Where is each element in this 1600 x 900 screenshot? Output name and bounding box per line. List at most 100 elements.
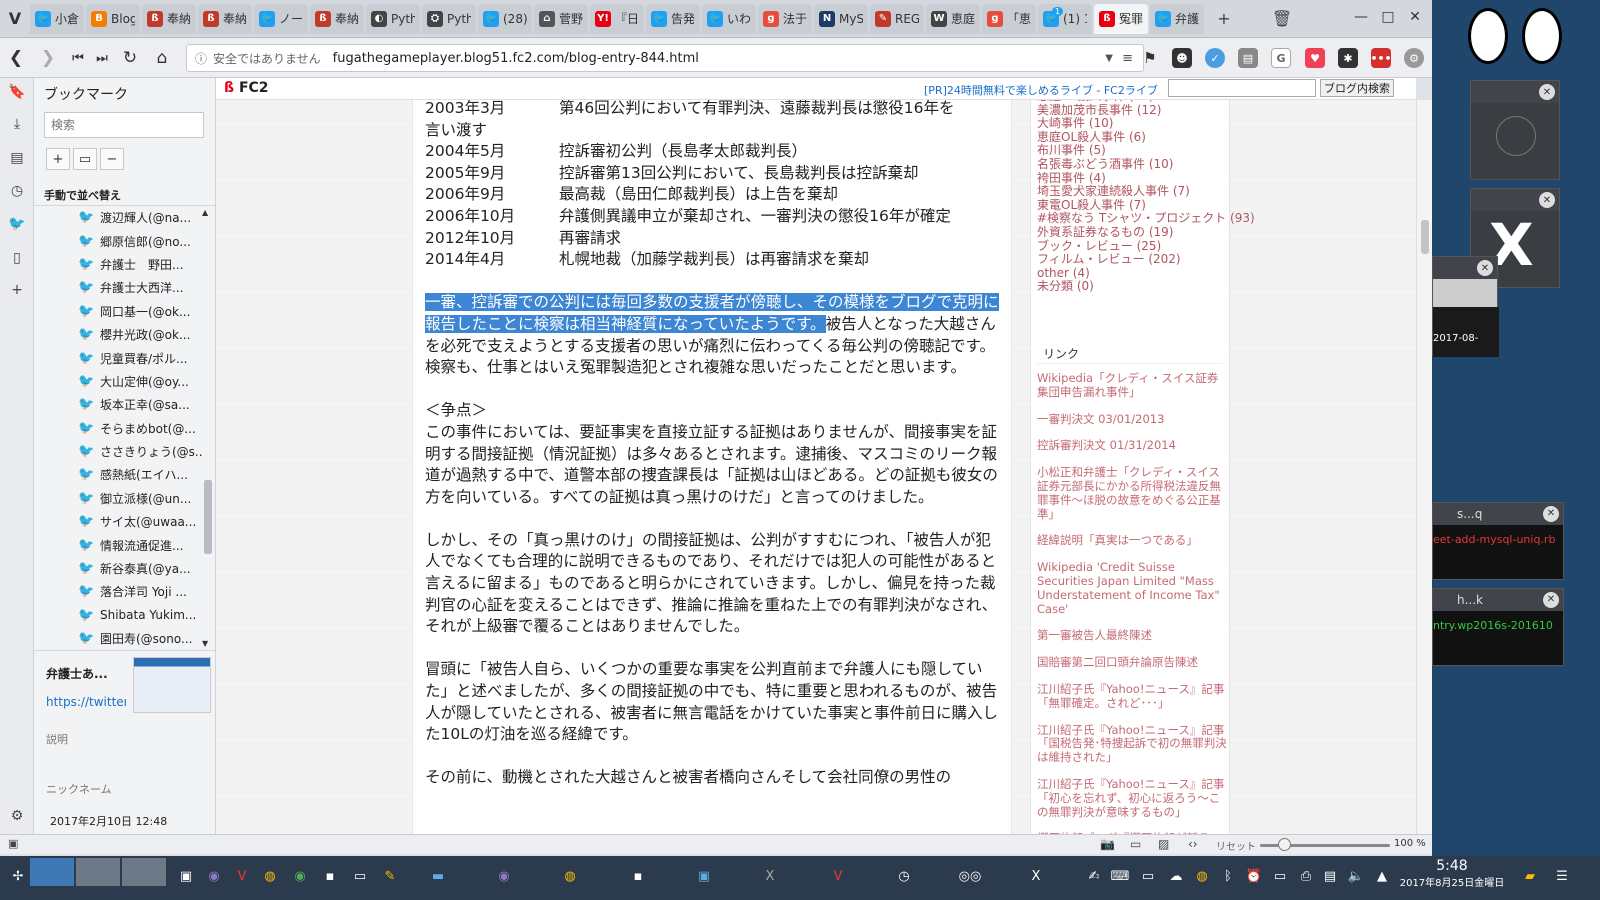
bookmark-scrollbar[interactable]: ▲ ▼ bbox=[202, 208, 212, 648]
category-link[interactable]: 外資系証券なるもの (19) bbox=[1037, 225, 1229, 240]
bookmark-item[interactable]: 🐦 新谷泰真(@ya... bbox=[34, 557, 202, 580]
browser-tab[interactable]: ✎ REG bbox=[870, 3, 924, 34]
category-link[interactable]: other (4) bbox=[1037, 266, 1229, 281]
tiling-icon[interactable]: ▭ bbox=[1130, 837, 1141, 851]
home-button[interactable]: ⌂ bbox=[150, 46, 174, 70]
sort-order-label[interactable]: 手動で並べ替え bbox=[34, 186, 216, 206]
bookmark-item[interactable]: 🐦 岡口基一(@ok... bbox=[34, 300, 202, 323]
rewind-button[interactable]: ⏮ bbox=[66, 46, 90, 70]
tray-display-icon[interactable]: ▭ bbox=[1134, 862, 1162, 890]
history-panel-icon[interactable]: ◷ bbox=[7, 181, 27, 201]
browser-tab[interactable]: ◐ Pyth bbox=[366, 3, 420, 34]
close-icon[interactable]: ✕ bbox=[1543, 592, 1559, 608]
sidebar-link[interactable]: 第一審被告人最終陳述 bbox=[1037, 629, 1227, 643]
category-link[interactable]: 埼玉愛犬家連続殺人事件 (7) bbox=[1037, 185, 1229, 199]
browser-tab[interactable]: 🐦 弁護 bbox=[1150, 3, 1204, 34]
twitter-panel-icon[interactable]: 🐦 bbox=[7, 214, 27, 234]
extension-mask-icon[interactable]: ☻ bbox=[1172, 48, 1192, 68]
workspace-3[interactable] bbox=[122, 858, 166, 886]
vivaldi-app-icon[interactable]: V bbox=[228, 862, 256, 890]
browser-tab[interactable]: g 「恵 bbox=[982, 3, 1036, 34]
back-button[interactable]: ❮ bbox=[4, 46, 28, 70]
new-folder-button[interactable]: ▭ bbox=[73, 148, 97, 170]
bookmarks-panel-icon[interactable]: 🔖 bbox=[7, 82, 27, 102]
pocket-icon[interactable]: ♥ bbox=[1305, 48, 1325, 68]
trash-icon[interactable]: 🗑 bbox=[1270, 7, 1294, 31]
sidebar-link[interactable]: Wikipedia 'Credit Suisse Securities Japa… bbox=[1037, 560, 1227, 616]
extension-g-icon[interactable]: G bbox=[1271, 48, 1291, 68]
app-window-icon[interactable]: ▭ bbox=[346, 862, 374, 890]
sidebar-link[interactable]: 江川紹子氏『Yahoo!ニュース』記事「初心を忘れず、初心に返ろう～この無罪判決… bbox=[1037, 777, 1227, 819]
app-pen-icon[interactable]: ✎ bbox=[376, 862, 404, 890]
scroll-down-icon[interactable]: ▼ bbox=[202, 639, 208, 648]
category-link[interactable]: 未分類 (0) bbox=[1037, 280, 1229, 294]
bookmark-item[interactable]: 🐦 サイ太(@uwaa... bbox=[34, 510, 202, 533]
browser-tab[interactable]: ß 奉納 bbox=[198, 3, 252, 34]
tray-chrome-icon[interactable]: ◍ bbox=[1188, 862, 1216, 890]
bookmark-scroll-thumb[interactable] bbox=[204, 480, 212, 554]
sidebar-link[interactable]: 小松正和弁護士「クレディ・スイス証券元部長にかかる所得税法違反無罪事件～ほ脱の故… bbox=[1037, 465, 1227, 521]
sidebar-link[interactable]: 江川紹子氏『Yahoo!ニュース』記事「無罪確定。されど･･･」 bbox=[1037, 682, 1227, 711]
category-link[interactable]: フィルム・レビュー (202) bbox=[1037, 253, 1229, 267]
file-manager-icon[interactable]: ▬ bbox=[424, 862, 452, 890]
category-link[interactable]: 美濃加茂市長事件 (12) bbox=[1037, 103, 1229, 118]
nickname-label[interactable]: ニックネーム bbox=[46, 781, 112, 797]
scroll-up-icon[interactable]: ▲ bbox=[202, 208, 208, 217]
page-actions-icon[interactable]: ‹› bbox=[1188, 837, 1198, 851]
bookmark-item[interactable]: 🐦 情報流通促進... bbox=[34, 533, 202, 556]
extension-puzzle-icon[interactable]: ✱ bbox=[1338, 48, 1358, 68]
bookmark-item[interactable]: 🐦 御立派様(@un... bbox=[34, 487, 202, 510]
category-link[interactable]: #検察なう Tシャツ・プロジェクト (93) bbox=[1037, 212, 1255, 226]
add-bookmark-button[interactable]: + bbox=[46, 148, 70, 170]
tray-keyboard-icon[interactable]: ⌨ bbox=[1106, 862, 1134, 890]
page-scroll-thumb[interactable] bbox=[1421, 220, 1429, 254]
bookmark-item[interactable]: 🐦 落合洋司 Yoji ... bbox=[34, 580, 202, 603]
close-icon[interactable]: ✕ bbox=[1539, 84, 1555, 100]
downloads-panel-icon[interactable]: ⤓ bbox=[7, 114, 27, 134]
network-icon[interactable]: ▭ bbox=[1266, 862, 1294, 890]
start-menu-icon[interactable]: ✢ bbox=[4, 862, 32, 890]
forward-button[interactable]: ❯ bbox=[36, 46, 60, 70]
dropdown-arrow-icon[interactable]: ▼ bbox=[1105, 53, 1113, 64]
sidebar-link[interactable]: 国賠審第二回口頭弁論原告陳述 bbox=[1037, 655, 1227, 670]
bookmark-item[interactable]: 🐦 Shibata Yukim... bbox=[34, 604, 202, 627]
tray-pen-icon[interactable]: ✍ bbox=[1080, 862, 1108, 890]
alarm-icon[interactable]: ⏰ bbox=[1240, 862, 1268, 890]
app-green-icon[interactable]: ◉ bbox=[286, 862, 314, 890]
vivaldi-menu-button[interactable]: V bbox=[0, 0, 30, 38]
sidebar-link[interactable]: 一審判決文 03/01/2013 bbox=[1037, 412, 1227, 427]
reader-view-icon[interactable]: ≡ bbox=[1122, 51, 1133, 66]
settings-gear-icon[interactable]: ⚙ bbox=[7, 806, 27, 826]
page-panel-icon[interactable]: ▯ bbox=[7, 248, 27, 268]
bookmark-detail-title[interactable]: 弁護士あ... bbox=[46, 665, 108, 682]
bookmark-page-icon[interactable]: ⚑ bbox=[1138, 46, 1162, 70]
bookmark-item[interactable]: 🐦 ささきりょう(@s... bbox=[34, 440, 202, 463]
browser-tab[interactable]: ß 奉納 bbox=[142, 3, 196, 34]
tray-cloud-icon[interactable]: ☁ bbox=[1162, 862, 1190, 890]
browser-tab[interactable]: 🐦1(1) 1 bbox=[1038, 3, 1092, 34]
blog-search-input[interactable] bbox=[1168, 79, 1316, 97]
extension-red-icon[interactable]: ••• bbox=[1370, 48, 1392, 68]
delete-bookmark-button[interactable]: − bbox=[100, 148, 124, 170]
extension-check-icon[interactable]: ✓ bbox=[1205, 48, 1225, 68]
bluetooth-icon[interactable]: ᛒ bbox=[1214, 862, 1242, 890]
bookmark-item[interactable]: 🐦 弁護士 野田... bbox=[34, 253, 202, 276]
browser-tab[interactable]: ß 奉納 bbox=[310, 3, 364, 34]
category-link[interactable]: 布川事件 (5) bbox=[1037, 144, 1229, 158]
fc2-ad-link[interactable]: [PR]24時間無料で楽しめるライブ - FC2ライブ bbox=[924, 82, 1158, 98]
bookmark-item[interactable]: 🐦 櫻井光政(@ok... bbox=[34, 323, 202, 346]
browser-tab[interactable]: g 法于 bbox=[758, 3, 812, 34]
browser-tab[interactable]: ⌂ 菅野 bbox=[534, 3, 588, 34]
eyes-task-icon[interactable]: ◎◎ bbox=[956, 862, 984, 890]
extension-gray-icon[interactable]: ▤ bbox=[1238, 48, 1258, 68]
bookmark-item[interactable]: 🐦 感熱紙(エイハ... bbox=[34, 463, 202, 486]
category-link[interactable]: 名張毒ぶどう酒事件 (10) bbox=[1037, 157, 1229, 172]
fc2-logo[interactable]: ß FC2 bbox=[224, 80, 269, 96]
close-icon[interactable]: ✕ bbox=[1543, 506, 1559, 522]
browser-tab[interactable]: ß 冤罪 bbox=[1094, 3, 1148, 34]
browser-tab[interactable]: Y! 『日 bbox=[590, 3, 644, 34]
vivaldi-task-icon[interactable]: V bbox=[824, 862, 852, 890]
page-scrollbar[interactable] bbox=[1416, 100, 1432, 834]
category-link[interactable]: ブック・レビュー (25) bbox=[1037, 239, 1229, 254]
screenshot-icon[interactable]: 📷 bbox=[1100, 837, 1115, 851]
